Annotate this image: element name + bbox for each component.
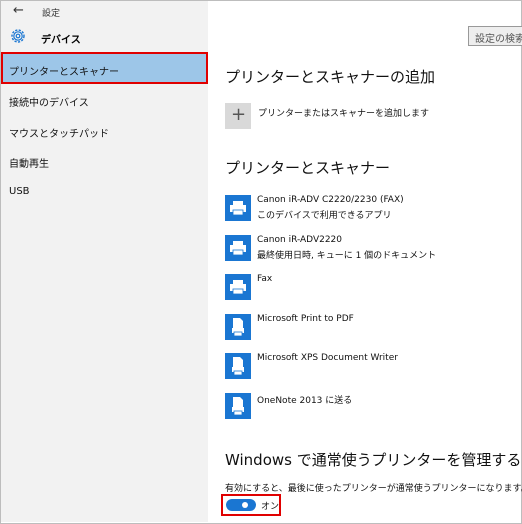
printer-icon xyxy=(225,274,251,300)
sidebar-item-connected-devices[interactable]: 接続中のデバイス xyxy=(1,85,208,115)
sidebar-item-usb[interactable]: USB xyxy=(1,177,208,207)
search-input[interactable]: 設定の検索 xyxy=(468,26,522,46)
page-title: デバイス xyxy=(41,35,81,46)
printer-item[interactable]: OneNote 2013 に送る xyxy=(225,393,505,423)
printer-name: Microsoft Print to PDF xyxy=(257,314,354,324)
printer-icon xyxy=(225,235,251,261)
add-printer-button[interactable]: + xyxy=(225,103,251,129)
printer-name: Canon iR-ADV C2220/2230 (FAX) xyxy=(257,195,404,205)
printers-section-title: プリンターとスキャナー xyxy=(225,159,391,177)
highlight-box-sidebar xyxy=(1,52,208,84)
printer-item[interactable]: Fax xyxy=(225,274,505,304)
sidebar-item-label: 自動再生 xyxy=(9,159,49,170)
printer-status: このデバイスで利用できるアプリ xyxy=(257,211,392,221)
printer-item[interactable]: Canon iR-ADV C2220/2230 (FAX) このデバイスで利用で… xyxy=(225,195,505,225)
printer-item[interactable]: Microsoft XPS Document Writer xyxy=(225,353,505,383)
sidebar-item-label: USB xyxy=(9,186,30,197)
window-title: 設定 xyxy=(42,9,61,19)
printer-item[interactable]: Microsoft Print to PDF xyxy=(225,314,505,344)
search-placeholder: 設定の検索 xyxy=(475,34,522,45)
sidebar-item-autoplay[interactable]: 自動再生 xyxy=(1,146,208,176)
gear-icon xyxy=(11,29,25,43)
printer-status: 最終使用日時, キューに 1 個のドキュメント xyxy=(257,251,437,261)
sidebar-item-label: 接続中のデバイス xyxy=(9,98,89,109)
printer-name: Fax xyxy=(257,274,273,284)
printer-icon xyxy=(225,195,251,221)
title-bar: ← 設定 xyxy=(1,1,208,23)
document-printer-icon xyxy=(225,393,251,419)
section-header: デバイス xyxy=(1,27,208,51)
sidebar-item-mouse-touchpad[interactable]: マウスとタッチパッド xyxy=(1,116,208,146)
printer-item[interactable]: Canon iR-ADV2220 最終使用日時, キューに 1 個のドキュメント xyxy=(225,235,505,265)
sidebar-item-label: マウスとタッチパッド xyxy=(9,129,109,140)
highlight-box-toggle xyxy=(221,494,281,516)
document-printer-icon xyxy=(225,314,251,340)
default-printer-section-title: Windows で通常使うプリンターを管理する xyxy=(225,451,522,469)
default-printer-description: 有効にすると、最後に使ったプリンターが通常使うプリンターになります。 xyxy=(225,484,522,494)
printer-name: Microsoft XPS Document Writer xyxy=(257,353,398,363)
plus-icon: + xyxy=(231,104,247,125)
document-printer-icon xyxy=(225,353,251,379)
add-section-title: プリンターとスキャナーの追加 xyxy=(225,68,436,86)
back-arrow-icon[interactable]: ← xyxy=(13,3,24,18)
add-printer-label[interactable]: プリンターまたはスキャナーを追加します xyxy=(258,106,429,119)
printer-name: Canon iR-ADV2220 xyxy=(257,235,343,245)
printer-name: OneNote 2013 に送る xyxy=(257,396,353,406)
